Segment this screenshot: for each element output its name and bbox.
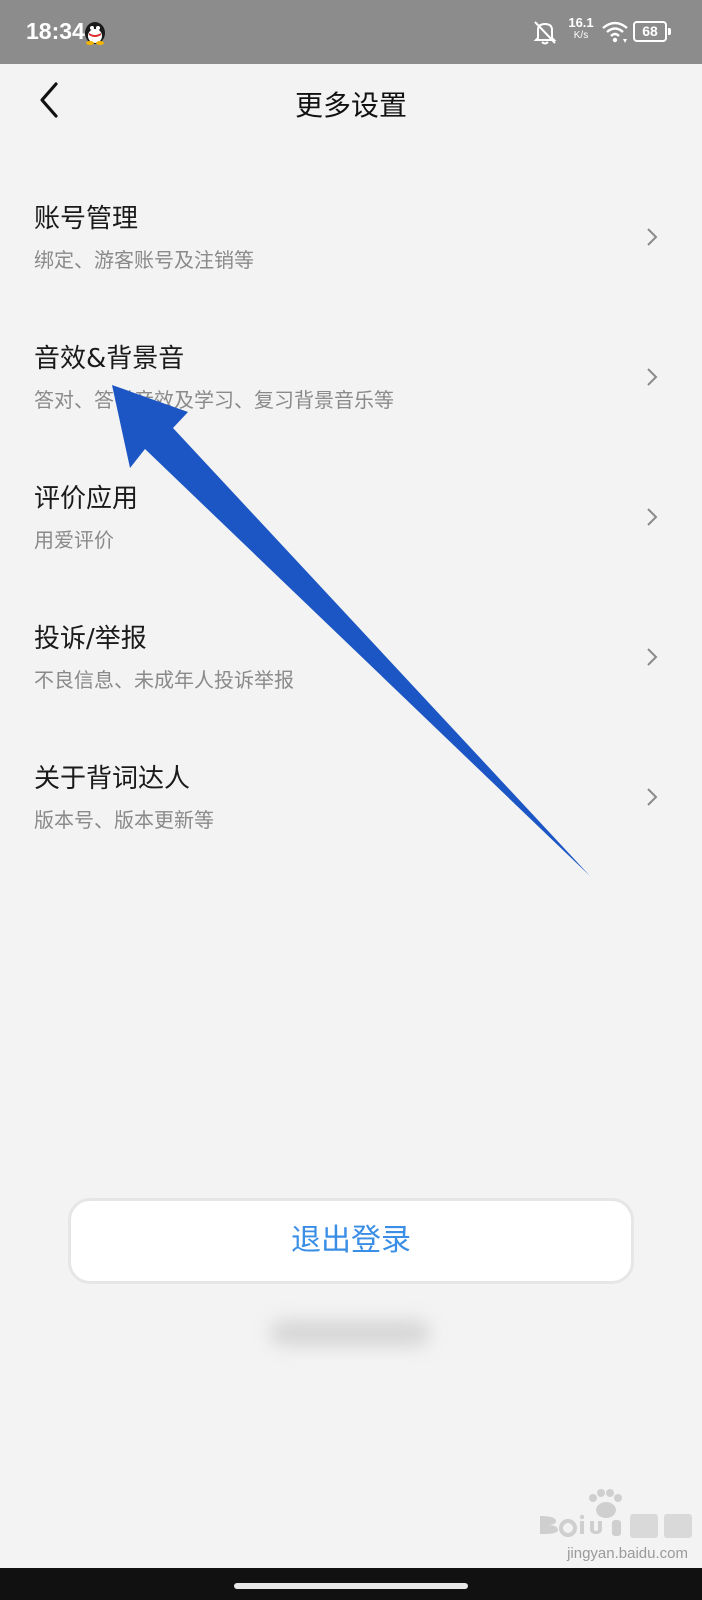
qq-icon [85, 22, 105, 45]
chevron-right-icon [647, 508, 658, 526]
watermark-url: jingyan.baidu.com [567, 1545, 688, 1562]
settings-item-report[interactable]: 投诉/举报 不良信息、未成年人投诉举报 [0, 590, 702, 730]
logout-button[interactable]: 退出登录 [68, 1198, 634, 1284]
network-speed-value: 16.1 [568, 15, 594, 30]
settings-item-sound[interactable]: 音效&背景音 答对、答错音效及学习、复习背景音乐等 [0, 310, 702, 450]
settings-item-title: 音效&背景音 [34, 344, 185, 374]
battery-icon: 68 [633, 21, 671, 42]
battery-level: 68 [633, 21, 667, 42]
settings-item-title: 关于背词达人 [34, 764, 191, 794]
settings-item-title: 账号管理 [34, 204, 139, 234]
network-speed: 16.1 K/s [566, 16, 596, 42]
settings-item-subtitle: 答对、答错音效及学习、复习背景音乐等 [34, 388, 394, 412]
chevron-right-icon [647, 228, 658, 246]
user-id-redacted [270, 1320, 430, 1346]
chevron-right-icon [647, 788, 658, 806]
home-indicator[interactable] [234, 1583, 468, 1589]
chevron-right-icon [647, 368, 658, 386]
status-bar: 18:34 16.1 K/s 68 [0, 0, 702, 64]
settings-list: 账号管理 绑定、游客账号及注销等 音效&背景音 答对、答错音效及学习、复习背景音… [0, 170, 702, 870]
settings-item-subtitle: 绑定、游客账号及注销等 [34, 248, 254, 272]
settings-item-subtitle: 用爱评价 [34, 528, 114, 552]
wifi-icon [602, 21, 628, 43]
settings-item-subtitle: 不良信息、未成年人投诉举报 [34, 668, 294, 692]
battery-cap [668, 28, 671, 35]
settings-item-subtitle: 版本号、版本更新等 [34, 808, 214, 832]
settings-item-account[interactable]: 账号管理 绑定、游客账号及注销等 [0, 170, 702, 310]
settings-item-rate-app[interactable]: 评价应用 用爱评价 [0, 450, 702, 590]
settings-item-title: 投诉/举报 [34, 624, 147, 654]
settings-item-about[interactable]: 关于背词达人 版本号、版本更新等 [0, 730, 702, 870]
status-time: 18:34 [26, 18, 85, 44]
bell-off-icon [533, 21, 557, 45]
page-title: 更多设置 [294, 89, 407, 122]
network-speed-unit: K/s [573, 30, 589, 41]
chevron-right-icon [647, 648, 658, 666]
settings-item-title: 评价应用 [34, 484, 139, 514]
baidu-jingyan-logo [540, 1489, 692, 1538]
